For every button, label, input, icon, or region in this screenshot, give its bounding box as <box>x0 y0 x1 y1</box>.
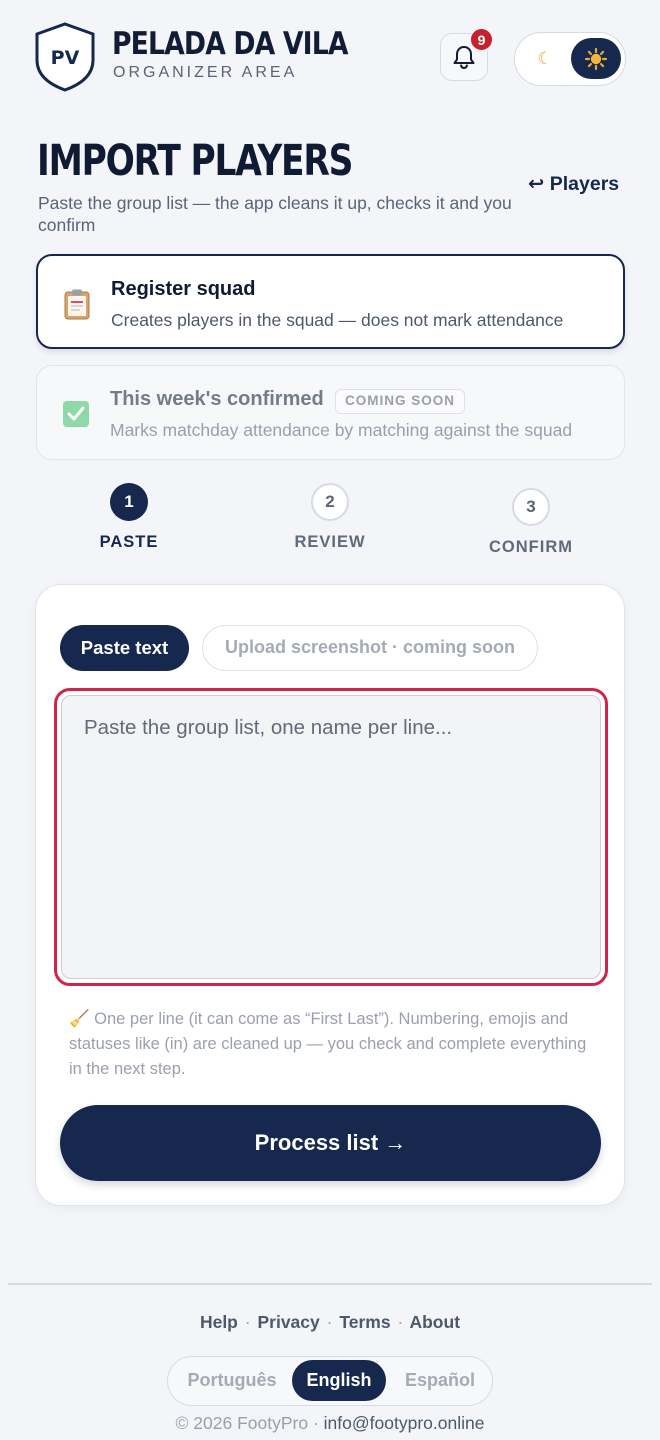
brand-title: PELADA DA VILA <box>112 26 348 62</box>
footer-separator: · <box>397 1312 404 1332</box>
language-option-portuguese[interactable]: Português <box>176 1360 288 1401</box>
textarea-focus-ring <box>54 688 608 986</box>
language-option-spanish[interactable]: Español <box>392 1360 488 1401</box>
page-title: IMPORT PLAYERS <box>37 136 353 186</box>
team-logo[interactable]: PV <box>34 22 96 92</box>
theme-toggle[interactable]: ☾ <box>514 32 626 86</box>
brand-subtitle: ORGANIZER AREA <box>113 64 298 81</box>
copyright: © 2026 FootyPro · info@footypro.online <box>0 1413 660 1434</box>
mode-title: This week's confirmed <box>110 388 324 410</box>
checkbox-icon <box>63 401 89 427</box>
step-label: REVIEW <box>294 533 366 551</box>
player-list-input[interactable] <box>61 695 601 979</box>
page-subtitle: Paste the group list — the app cleans it… <box>38 193 512 235</box>
notification-count-badge: 9 <box>469 27 494 52</box>
back-to-players-link[interactable]: ↩ Players <box>528 172 619 196</box>
step-label: CONFIRM <box>489 538 573 556</box>
import-card: Paste text Upload screenshot · coming so… <box>35 584 625 1206</box>
logo-text: PV <box>51 47 80 69</box>
step-number: 2 <box>311 483 349 521</box>
moon-icon[interactable]: ☾ <box>533 47 557 71</box>
step-confirm: 3 CONFIRM <box>451 488 611 557</box>
sun-option[interactable] <box>571 38 621 79</box>
mode-register-squad[interactable]: Register squad Creates players in the sq… <box>36 254 625 349</box>
mode-description: Creates players in the squad — does not … <box>111 310 564 330</box>
process-list-button[interactable]: Process list → <box>60 1105 601 1181</box>
coming-soon-badge: COMING SOON <box>335 389 466 414</box>
language-option-english[interactable]: English <box>292 1360 386 1401</box>
tab-paste-text[interactable]: Paste text <box>60 625 189 671</box>
mode-weekly-confirmed: This week's confirmed COMING SOON Marks … <box>36 365 625 460</box>
step-paste: 1 PASTE <box>49 483 209 552</box>
sun-icon <box>584 47 608 70</box>
mode-description: Marks matchday attendance by matching ag… <box>110 420 573 440</box>
clipboard-icon <box>64 289 90 320</box>
tab-upload-screenshot: Upload screenshot · coming soon <box>202 625 538 671</box>
footer-separator: · <box>326 1312 333 1332</box>
step-label: PASTE <box>99 533 159 551</box>
step-review: 2 REVIEW <box>250 483 410 552</box>
contact-email-link[interactable]: info@footypro.online <box>324 1413 485 1433</box>
footer-separator: · <box>244 1312 251 1332</box>
app-header: PV PELADA DA VILA ORGANIZER AREA 9 ☾ <box>0 0 660 110</box>
language-switcher: Português English Español <box>167 1356 493 1406</box>
mode-title: Register squad <box>111 278 256 300</box>
footer-links: Help · Privacy · Terms · About <box>0 1312 660 1333</box>
footer-link-terms[interactable]: Terms <box>339 1312 390 1332</box>
step-number: 1 <box>110 483 148 521</box>
step-number: 3 <box>512 488 550 526</box>
paste-hint: 🧹 One per line (it can come as “First La… <box>69 1010 587 1078</box>
footer-link-help[interactable]: Help <box>200 1312 238 1332</box>
copyright-text: © 2026 FootyPro · <box>175 1413 319 1433</box>
footer-divider <box>8 1283 652 1285</box>
footer-link-privacy[interactable]: Privacy <box>257 1312 319 1332</box>
footer-link-about[interactable]: About <box>409 1312 460 1332</box>
